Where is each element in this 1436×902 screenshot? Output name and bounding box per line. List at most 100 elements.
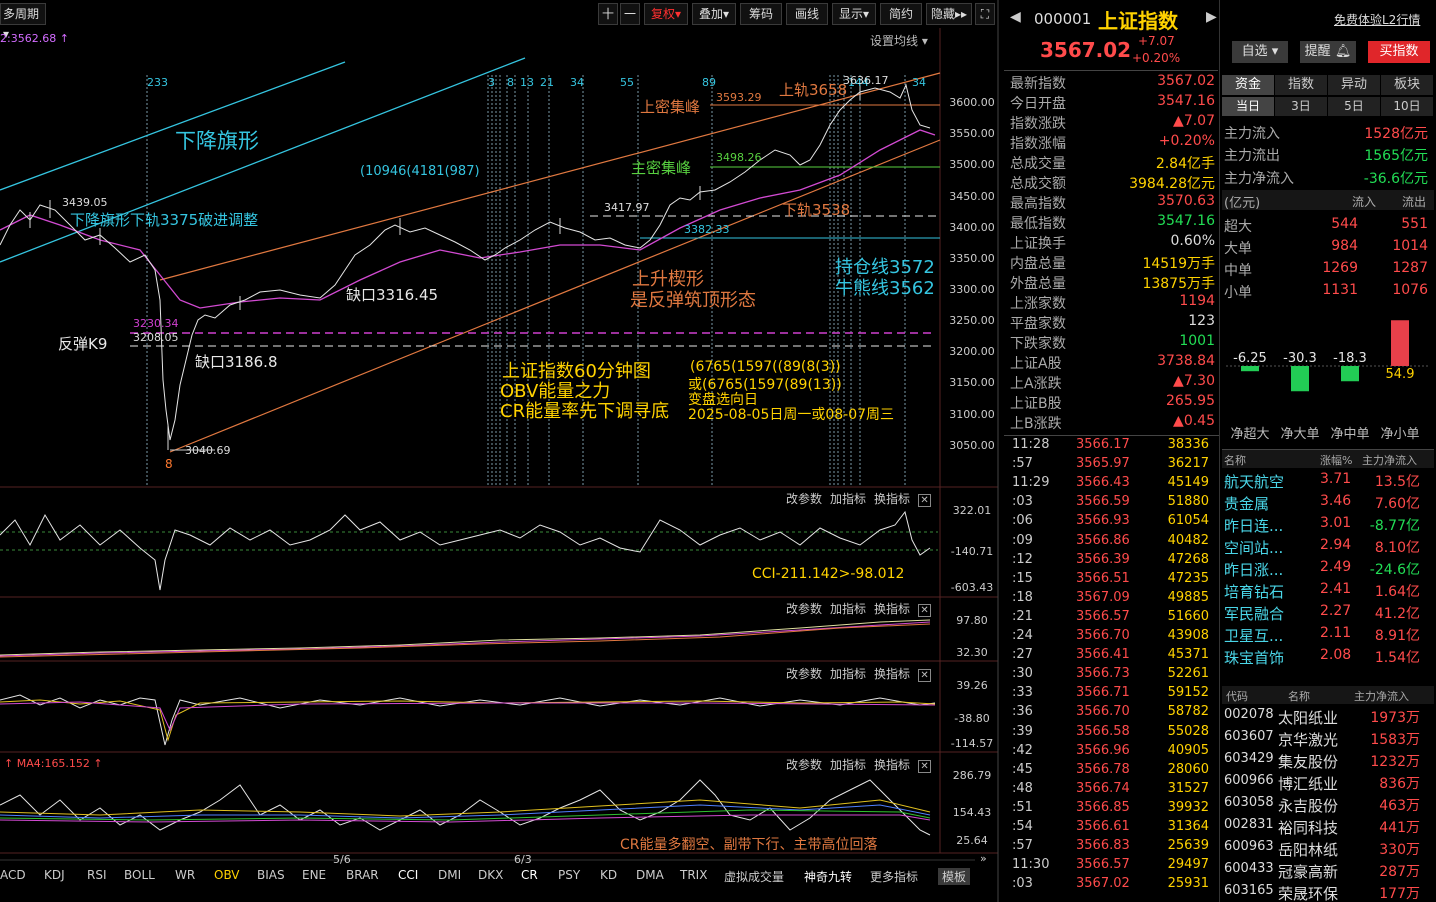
tick-price: 3566.78 — [1076, 761, 1130, 777]
sub4-swap[interactable]: 换指标 — [874, 758, 910, 772]
tab-acd[interactable]: ACD — [0, 868, 26, 882]
tab-dma[interactable]: DMA — [636, 868, 664, 882]
tab-wr[interactable]: WR — [175, 868, 195, 882]
prev-stock-icon[interactable]: ◀ — [1010, 9, 1021, 25]
sector-row[interactable]: 军民融合 2.27 41.2亿 — [1222, 603, 1434, 623]
tick-time: :21 — [1012, 608, 1033, 624]
stock-flow: 1583万 — [1370, 732, 1420, 748]
tab-ene[interactable]: ENE — [302, 868, 326, 882]
stock-head-flow[interactable]: 主力净流入 — [1354, 688, 1409, 704]
sector-head-flow[interactable]: 主力净流入 — [1362, 452, 1417, 468]
sub2-add[interactable]: 加指标 — [830, 602, 866, 616]
stat-label: 上涨家数 — [1010, 296, 1066, 312]
stock-row[interactable]: 603429 集友股份 1232万 — [1222, 751, 1434, 773]
tab-trix[interactable]: TRIX — [680, 868, 707, 882]
sector-row[interactable]: 航天航空 3.71 13.5亿 — [1222, 471, 1434, 491]
stock-row[interactable]: 603607 京华激光 1583万 — [1222, 729, 1434, 751]
sector-flow: 1.54亿 — [1374, 650, 1420, 666]
tab-boll[interactable]: BOLL — [124, 868, 155, 882]
sub4-param[interactable]: 改参数 — [786, 758, 822, 772]
stock-row[interactable]: 600966 博汇纸业 836万 — [1222, 773, 1434, 795]
low-3040-label: 3040.69 — [185, 444, 231, 457]
tab-kdj[interactable]: KDJ — [44, 868, 65, 882]
alert-button[interactable]: 提醒 🔔︎ — [1300, 41, 1356, 63]
tab-rsi[interactable]: RSI — [87, 868, 107, 882]
stat-value: 1001 — [1179, 333, 1215, 349]
promo-link[interactable]: 免费体验L2行情 — [1334, 11, 1420, 28]
stat-value: 13875万手 — [1142, 276, 1215, 292]
tab-obv[interactable]: OBV — [214, 868, 240, 882]
sector-head-pct[interactable]: 涨幅% — [1320, 452, 1352, 468]
stock-row[interactable]: 600963 岳阳林纸 330万 — [1222, 839, 1434, 861]
tab-virtual-volume[interactable]: 虚拟成交量 — [724, 868, 784, 885]
tab-sector[interactable]: 板块 — [1381, 75, 1433, 95]
tab-psy[interactable]: PSY — [558, 868, 580, 882]
tab-magic-nine[interactable]: 神奇九转 — [804, 868, 852, 885]
p3417-label: 3417.97 — [604, 201, 650, 214]
stock-row[interactable]: 603058 永吉股份 463万 — [1222, 795, 1434, 817]
stock-row[interactable]: 603165 荣晟环保 177万 — [1222, 883, 1434, 902]
tab-bias[interactable]: BIAS — [257, 868, 285, 882]
sector-pct: 3.01 — [1320, 515, 1352, 531]
tab-more[interactable]: 更多指标 — [870, 868, 918, 885]
stat-value: 3738.84 — [1157, 353, 1215, 369]
tab-template[interactable]: 模板 — [938, 868, 971, 885]
stock-flow: 1973万 — [1370, 710, 1420, 726]
tab-kd[interactable]: KD — [600, 868, 617, 882]
tick-time: :24 — [1012, 628, 1033, 643]
sector-row[interactable]: 卫星互... 2.11 8.91亿 — [1222, 625, 1434, 645]
sub2-swap[interactable]: 换指标 — [874, 602, 910, 616]
tab-anomaly[interactable]: 异动 — [1328, 75, 1380, 95]
sector-row[interactable]: 空间站... 2.94 8.10亿 — [1222, 537, 1434, 557]
scroll-right-icon[interactable]: » — [980, 852, 987, 865]
net-flow-bar-chart: -6.25 净超大 -30.3 净大单 -18.3 净中单 54.9 净小单 — [1226, 320, 1430, 442]
tab-brar[interactable]: BRAR — [346, 868, 379, 882]
sub1-swap[interactable]: 换指标 — [874, 492, 910, 506]
sector-header: 名称 涨幅% 主力净流入 — [1222, 450, 1434, 468]
sub2-axis-1: 32.30 — [956, 646, 988, 659]
sector-name: 昨日涨... — [1224, 561, 1284, 579]
wedge-label-2: 是反弹筑顶形态 — [630, 290, 756, 311]
sub1-param[interactable]: 改参数 — [786, 492, 822, 506]
stat-value: 265.95 — [1166, 393, 1215, 409]
fav-button[interactable]: 自选 ▾ — [1232, 41, 1288, 63]
sub2-param[interactable]: 改参数 — [786, 602, 822, 616]
sector-row[interactable]: 昨日涨... 2.49 -24.6亿 — [1222, 559, 1434, 579]
stock-row[interactable]: 002078 太阳纸业 1973万 — [1222, 707, 1434, 729]
sub3-close-icon[interactable]: ✕ — [918, 669, 932, 682]
tab-dkx[interactable]: DKX — [478, 868, 503, 882]
sector-row[interactable]: 昨日连... 3.01 -8.77亿 — [1222, 515, 1434, 535]
sub3-swap[interactable]: 换指标 — [874, 667, 910, 681]
subtab-5d[interactable]: 5日 — [1328, 97, 1380, 116]
sub3-param[interactable]: 改参数 — [786, 667, 822, 681]
buy-button[interactable]: 买指数 — [1368, 41, 1430, 63]
stat-label: 今日开盘 — [1010, 96, 1066, 112]
sub4-add[interactable]: 加指标 — [830, 758, 866, 772]
stock-row[interactable]: 002831 裕同科技 441万 — [1222, 817, 1434, 839]
sub1-close-icon[interactable]: ✕ — [918, 494, 932, 507]
subtab-3d[interactable]: 3日 — [1275, 97, 1327, 116]
tick-row: :03 3567.02 25931 — [1010, 876, 1215, 895]
stock-row[interactable]: 600433 冠豪高新 287万 — [1222, 861, 1434, 883]
tab-cr[interactable]: CR — [521, 868, 538, 882]
next-stock-icon[interactable]: ▶ — [1206, 9, 1217, 25]
tab-index[interactable]: 指数 — [1275, 75, 1327, 95]
sub4-close-icon[interactable]: ✕ — [918, 760, 932, 773]
stock-name: 博汇纸业 — [1278, 775, 1339, 793]
sector-row[interactable]: 珠宝首饰 2.08 1.54亿 — [1222, 647, 1434, 667]
tab-capital[interactable]: 资金 — [1222, 75, 1274, 95]
sub1-add[interactable]: 加指标 — [830, 492, 866, 506]
subtab-today[interactable]: 当日 — [1222, 97, 1274, 116]
sub3-add[interactable]: 加指标 — [830, 667, 866, 681]
sector-pct: 2.49 — [1320, 559, 1352, 575]
stat-row: 上证A股 3738.84 — [1010, 353, 1215, 373]
sector-row[interactable]: 贵金属 3.46 7.60亿 — [1222, 493, 1434, 513]
ma4-label: ↑ MA4:165.152 ↑ — [4, 757, 103, 770]
sector-row[interactable]: 培育钻石 2.41 1.64亿 — [1222, 581, 1434, 601]
tick-time: :15 — [1012, 570, 1033, 586]
subtab-10d[interactable]: 10日 — [1381, 97, 1433, 116]
tick-row: :30 3566.73 52261 — [1010, 666, 1215, 685]
sub2-close-icon[interactable]: ✕ — [918, 604, 932, 617]
tab-dmi[interactable]: DMI — [438, 868, 461, 882]
tab-cci[interactable]: CCI — [398, 868, 418, 882]
